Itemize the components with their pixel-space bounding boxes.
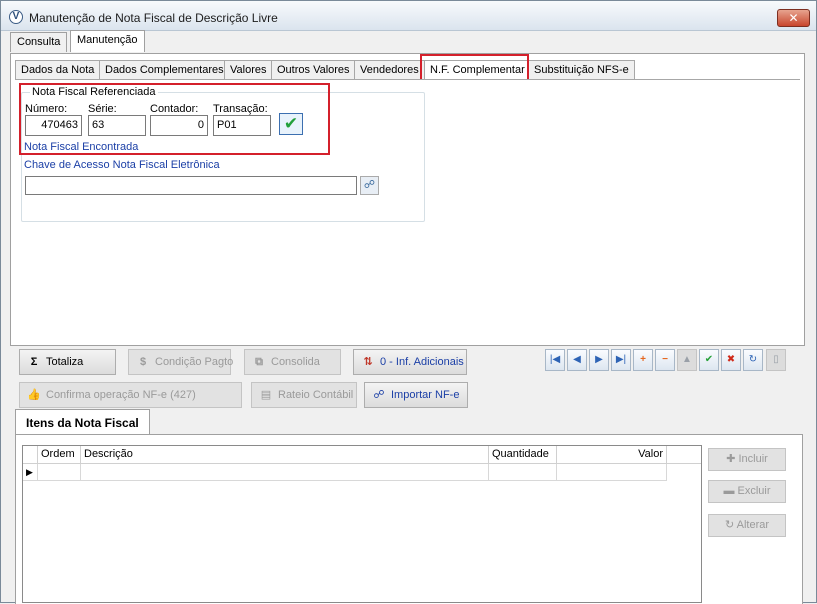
- rateio-contabil-button[interactable]: ▤ Rateio Contábil: [251, 382, 357, 408]
- consolida-button[interactable]: ⧉ Consolida: [244, 349, 341, 375]
- minus-icon: −: [662, 354, 668, 365]
- next-icon: ▶: [595, 354, 603, 365]
- nf-ref-highlight: [19, 83, 330, 155]
- sort-icon: ⇅: [363, 356, 373, 368]
- next-record-button[interactable]: ▶: [589, 349, 609, 371]
- nf-complementar-panel: Nota Fiscal Referenciada Número: 470463 …: [15, 79, 800, 342]
- cancel-record-button[interactable]: ✖: [721, 349, 741, 371]
- inf-adicionais-button[interactable]: ⇅ 0 - Inf. Adicionais: [353, 349, 467, 375]
- tab-substituicao-nfse[interactable]: Substituição NFS-e: [528, 60, 635, 80]
- col-valor[interactable]: Valor: [557, 446, 667, 464]
- refresh-icon: ↻: [724, 519, 737, 531]
- cell-ordem[interactable]: [38, 464, 81, 481]
- remove-icon: ▬: [723, 485, 738, 497]
- check-icon: ✔: [704, 354, 714, 365]
- prev-record-button[interactable]: ◀: [567, 349, 587, 371]
- chave-label: Chave de Acesso Nota Fiscal Eletrônica: [24, 159, 220, 171]
- consolidate-icon: ⧉: [255, 356, 263, 368]
- tab-dados-da-nota[interactable]: Dados da Nota: [15, 60, 101, 80]
- x-icon: ✖: [726, 354, 736, 365]
- importar-nfe-button[interactable]: ☍ Importar NF-e: [364, 382, 468, 408]
- post-record-button[interactable]: ✔: [699, 349, 719, 371]
- chave-acesso-field[interactable]: [25, 176, 357, 195]
- sigma-icon: Σ: [30, 356, 38, 368]
- tab-dados-complementares[interactable]: Dados Complementares: [99, 60, 230, 80]
- tab-valores[interactable]: Valores: [224, 60, 273, 80]
- chave-lookup-button[interactable]: ☍: [360, 176, 379, 195]
- row-indicator-icon: ▶: [23, 464, 38, 481]
- plus-icon: +: [640, 354, 646, 365]
- ledger-icon: ▤: [260, 389, 272, 401]
- main-window: V Manutenção de Nota Fiscal de Descrição…: [0, 0, 817, 604]
- confirma-nfe-button[interactable]: 👍 Confirma operação NF-e (427): [19, 382, 242, 408]
- tab-vendedores[interactable]: Vendedores: [354, 60, 425, 80]
- col-descricao[interactable]: Descrição: [81, 446, 489, 464]
- title-bar: V Manutenção de Nota Fiscal de Descrição…: [1, 1, 816, 31]
- col-quantidade[interactable]: Quantidade: [489, 446, 557, 464]
- window-title: Manutenção de Nota Fiscal de Descrição L…: [29, 11, 278, 25]
- import-icon: ☍: [373, 389, 385, 401]
- col-ordem[interactable]: Ordem: [38, 446, 81, 464]
- last-icon: ▶|: [615, 354, 627, 365]
- grid-header: Ordem Descrição Quantidade Valor: [23, 446, 701, 464]
- condicao-pagto-button[interactable]: $ Condição Pagto: [128, 349, 233, 375]
- items-panel: Ordem Descrição Quantidade Valor ▶: [15, 434, 803, 604]
- lookup-icon: ☍: [363, 179, 376, 191]
- last-record-button[interactable]: ▶|: [611, 349, 631, 371]
- dollar-icon: $: [139, 356, 147, 368]
- incluir-button[interactable]: ✚ Incluir: [708, 448, 786, 471]
- cell-descricao[interactable]: [81, 464, 489, 481]
- cell-quantidade[interactable]: [489, 464, 557, 481]
- prev-icon: ◀: [573, 354, 581, 365]
- first-icon: |◀: [549, 354, 561, 365]
- first-record-button[interactable]: |◀: [545, 349, 565, 371]
- tab-outros-valores[interactable]: Outros Valores: [271, 60, 356, 80]
- add-icon: ✚: [726, 453, 739, 465]
- close-button[interactable]: ✕: [777, 9, 810, 27]
- tab-consulta[interactable]: Consulta: [10, 32, 68, 52]
- excluir-button[interactable]: ▬ Excluir: [708, 480, 786, 503]
- up-icon: ▲: [682, 354, 692, 365]
- edit-record-button[interactable]: ▲: [677, 349, 697, 371]
- thumbs-up-icon: 👍: [27, 389, 41, 401]
- refresh-icon: ↻: [748, 354, 758, 365]
- manutencao-panel: Dados da Nota Dados Complementares Valor…: [10, 53, 805, 346]
- cell-valor[interactable]: [557, 464, 667, 481]
- tab-itens-nota-fiscal[interactable]: Itens da Nota Fiscal: [15, 409, 150, 435]
- app-logo-icon: V: [9, 10, 23, 24]
- items-grid[interactable]: Ordem Descrição Quantidade Valor ▶: [22, 445, 702, 603]
- page-button[interactable]: ▯: [766, 349, 786, 371]
- tab-manutencao[interactable]: Manutenção: [70, 30, 145, 52]
- table-row[interactable]: ▶: [23, 464, 701, 481]
- delete-record-button[interactable]: −: [655, 349, 675, 371]
- refresh-button[interactable]: ↻: [743, 349, 763, 371]
- totaliza-button[interactable]: Σ Totaliza: [19, 349, 116, 375]
- insert-record-button[interactable]: +: [633, 349, 653, 371]
- page-icon: ▯: [773, 354, 779, 365]
- tab-highlight: [420, 54, 529, 82]
- alterar-button[interactable]: ↻ Alterar: [708, 514, 786, 537]
